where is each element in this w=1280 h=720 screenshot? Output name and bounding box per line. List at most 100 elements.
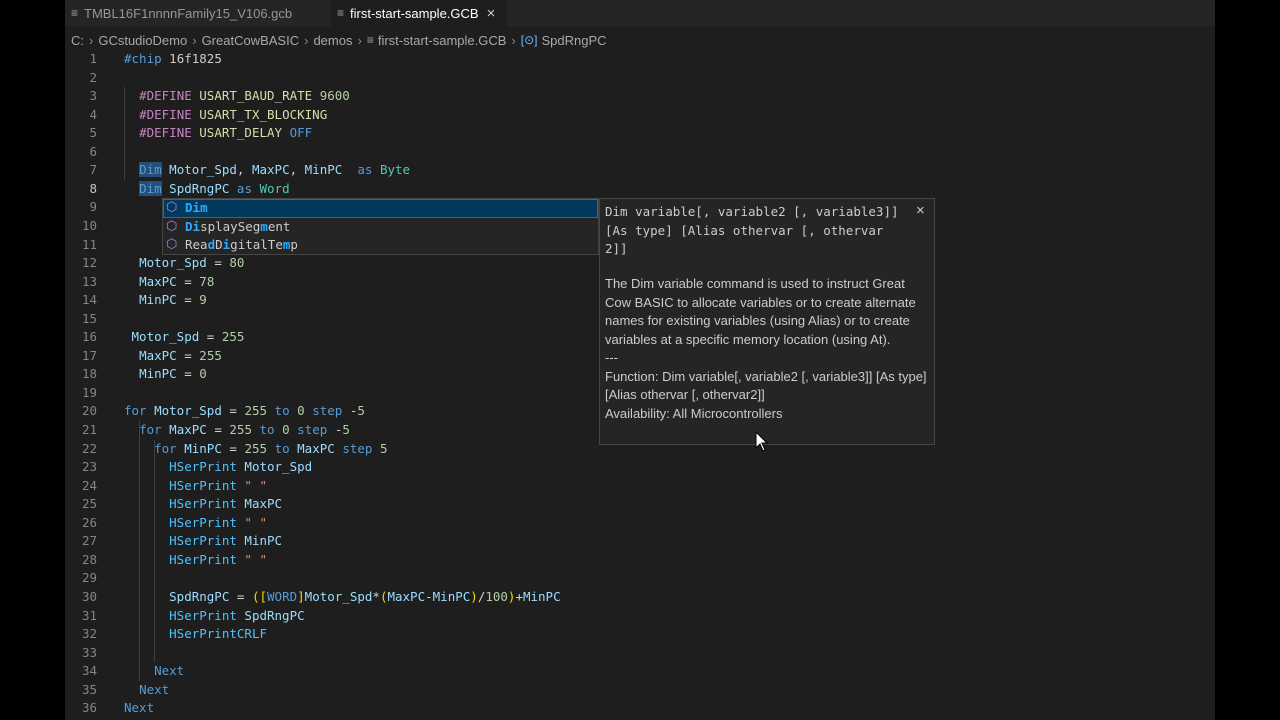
line-number: 35 [81,681,97,697]
code-line[interactable]: 8 Dim SpdRngPC as Word [65,180,1215,199]
code-line[interactable]: 36 Next [65,699,1215,718]
line-text: Dim Motor_Spd, MaxPC, MinPC as Byte [139,162,411,178]
breadcrumb-drive[interactable]: C: [71,33,84,48]
code-line[interactable]: 31 HSerPrint SpdRngPC [65,607,1215,626]
line-number: 12 [81,255,97,271]
code-line[interactable]: 3 #DEFINE USART_BAUD_RATE 9600 [65,87,1215,106]
chevron-right-icon: › [192,32,197,48]
code-line[interactable]: 23 HSerPrint Motor_Spd [65,458,1215,477]
chevron-right-icon: › [511,32,516,48]
code-line[interactable]: 30 SpdRngPC = ([WORD]Motor_Spd*(MaxPC-Mi… [65,588,1215,607]
line-text: MinPC = 0 [139,366,207,382]
line-text: #DEFINE USART_TX_BLOCKING [139,106,328,122]
line-number: 26 [81,514,97,530]
line-text: MaxPC = 78 [139,273,215,289]
tab-tmbl-file[interactable]: ≡ TMBL16F1nnnnFamily15_V106.gcb [65,0,315,26]
code-line[interactable]: 25 HSerPrint MaxPC [65,495,1215,514]
code-line[interactable]: 34 Next [65,662,1215,681]
line-text: #chip 16f1825 [124,51,222,66]
code-line[interactable]: 26 HSerPrint " " [65,514,1215,533]
tab-label: TMBL16F1nnnnFamily15_V106.gcb [84,5,293,21]
line-text: HSerPrint " " [169,477,267,493]
code-line[interactable]: 1 #chip 16f1825 [65,50,1215,69]
code-line[interactable]: 33 [65,644,1215,663]
suggestion-item[interactable]: ⬡ ReadDigitalTemp [163,236,598,255]
line-number: 5 [89,125,97,141]
code-line[interactable]: 4 #DEFINE USART_TX_BLOCKING [65,106,1215,125]
doc-body: The Dim variable command is used to inst… [605,275,930,423]
line-number: 14 [81,292,97,308]
doc-function: Function: Dim variable[, variable2 [, va… [605,368,927,403]
line-text: for MinPC = 255 to MaxPC step 5 [154,440,388,456]
breadcrumb-folder-greatcowbasic[interactable]: GreatCowBASIC [202,33,300,48]
line-number: 2 [89,69,97,85]
line-text: Motor_Spd = 80 [139,255,245,271]
line-text: Next [124,700,155,716]
code-line[interactable]: 5 #DEFINE USART_DELAY OFF [65,124,1215,143]
suggestion-item[interactable]: ⬡ Dim [163,199,598,218]
line-number: 15 [81,310,97,326]
line-text: HSerPrintCRLF [169,626,267,642]
code-line[interactable]: 27 HSerPrint MinPC [65,532,1215,551]
suggestion-list[interactable]: ⬡ Dim ⬡ DisplaySegment ⬡ ReadDigitalTemp [162,198,599,255]
breadcrumb-folder-demos[interactable]: demos [313,33,352,48]
line-number: 36 [81,700,97,716]
code-line[interactable]: 32 HSerPrintCRLF [65,625,1215,644]
breadcrumb-folder-gcstudiodemo[interactable]: GCstudioDemo [98,33,187,48]
doc-description: The Dim variable command is used to inst… [605,276,916,347]
chevron-right-icon: › [304,32,309,48]
line-number: 32 [81,626,97,642]
code-line[interactable]: 7 Dim Motor_Spd, MaxPC, MinPC as Byte [65,161,1215,180]
breadcrumb-symbol[interactable]: SpdRngPC [542,33,607,48]
code-editor[interactable]: ≡ TMBL16F1nnnnFamily15_V106.gcb ≡ first-… [65,0,1215,720]
close-icon[interactable]: × [916,202,925,219]
line-number: 6 [89,143,97,159]
line-text: Next [139,681,170,697]
line-number: 23 [81,459,97,475]
line-number: 18 [81,366,97,382]
cube-icon: ⬡ [166,218,178,234]
line-number: 10 [81,217,97,233]
doc-availability: Availability: All Microcontrollers [605,405,783,421]
suggestion-label: ReadDigitalTemp [185,237,298,252]
line-number: 21 [81,422,97,437]
line-number: 11 [81,236,97,252]
tab-close-icon[interactable]: × [487,5,496,22]
line-number: 3 [89,88,97,104]
line-number: 22 [81,440,97,456]
line-text: SpdRngPC = ([WORD]Motor_Spd*(MaxPC-MinPC… [169,588,561,604]
code-line[interactable]: 24 HSerPrint " " [65,477,1215,496]
line-number: 28 [81,551,97,567]
code-line[interactable]: 28 HSerPrint " " [65,551,1215,570]
line-text: Next [154,663,185,679]
line-text: #DEFINE USART_DELAY OFF [139,125,313,141]
line-text: MinPC = 9 [139,292,207,308]
line-number: 19 [81,384,97,400]
line-number: 27 [81,533,97,549]
line-number: 31 [81,607,97,623]
line-number: 25 [81,496,97,512]
line-number: 20 [81,403,97,419]
line-number: 1 [89,51,97,66]
code-line[interactable]: 35 Next [65,681,1215,700]
line-number: 24 [81,477,97,493]
chevron-right-icon: › [89,32,94,48]
line-text: HSerPrint " " [169,514,267,530]
line-number: 33 [81,644,97,660]
suggestion-item[interactable]: ⬡ DisplaySegment [163,218,598,237]
code-line[interactable]: 29 [65,569,1215,588]
line-text: Motor_Spd = 255 [131,329,245,345]
code-line[interactable]: 2 [65,69,1215,88]
suggestion-label: DisplaySegment [185,218,291,234]
breadcrumb-file[interactable]: first-start-sample.GCB [378,33,507,48]
line-text: for MaxPC = 255 to 0 step -5 [139,422,350,437]
cube-icon: ⬡ [166,237,178,252]
line-number: 7 [89,162,97,178]
code-line[interactable]: 6 [65,143,1215,162]
tab-first-start-sample[interactable]: ≡ first-start-sample.GCB × [331,0,507,26]
breadcrumb: C: › GCstudioDemo › GreatCowBASIC › demo… [71,31,607,49]
line-number: 34 [81,663,97,679]
line-number: 13 [81,273,97,289]
line-text: HSerPrint Motor_Spd [169,459,313,475]
line-number: 30 [81,588,97,604]
